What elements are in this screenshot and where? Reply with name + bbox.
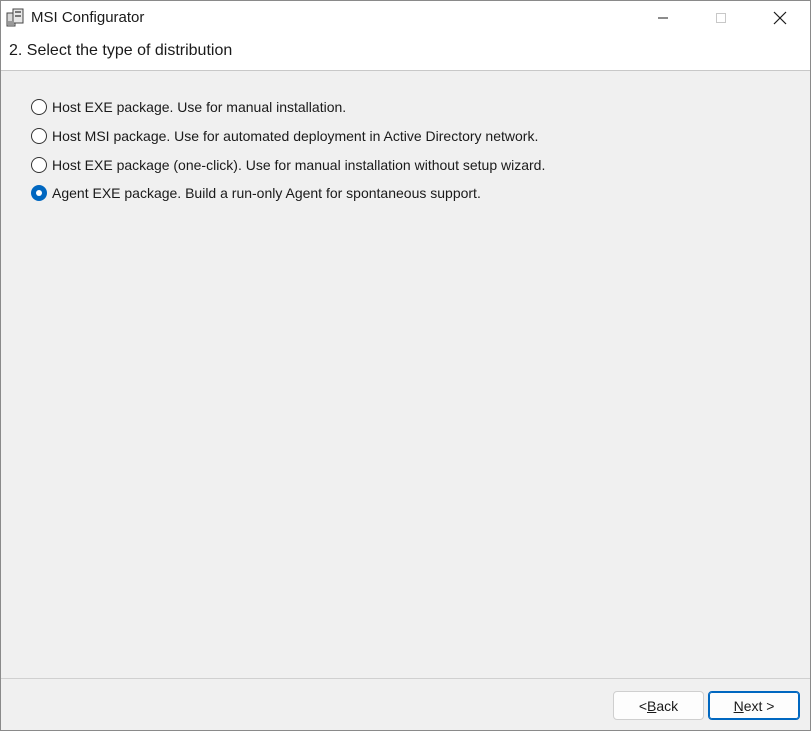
back-prefix: < [638, 697, 648, 714]
next-accelerator: N [733, 697, 744, 714]
option-host-exe[interactable]: Host EXE package. Use for manual install… [31, 93, 545, 122]
option-label[interactable]: Host EXE package (one-click). Use for ma… [52, 157, 545, 173]
step-title: 2. Select the type of distribution [9, 42, 233, 59]
app-icon [6, 8, 24, 27]
option-label[interactable]: Host MSI package. Use for automated depl… [52, 128, 538, 144]
option-agent-exe[interactable]: Agent EXE package. Build a run-only Agen… [31, 179, 545, 208]
window-title: MSI Configurator [31, 9, 145, 26]
option-label[interactable]: Agent EXE package. Build a run-only Agen… [52, 185, 481, 201]
maximize-icon [716, 12, 726, 23]
next-label-rest: ext > [743, 697, 775, 714]
option-host-msi[interactable]: Host MSI package. Use for automated depl… [31, 122, 545, 151]
back-button[interactable]: < Back [613, 691, 704, 720]
radio-button[interactable] [31, 156, 47, 173]
close-icon [773, 11, 787, 24]
wizard-header: 2. Select the type of distribution [1, 34, 810, 71]
distribution-type-radio-group: Host EXE package. Use for manual install… [31, 93, 545, 208]
option-host-exe-one-click[interactable]: Host EXE package (one-click). Use for ma… [31, 150, 545, 179]
footer-divider [1, 678, 810, 679]
back-label-rest: ack [656, 697, 679, 714]
maximize-button[interactable] [692, 1, 750, 34]
close-button[interactable] [751, 1, 809, 34]
option-label[interactable]: Host EXE package. Use for manual install… [52, 99, 346, 115]
minimize-button[interactable] [634, 1, 692, 34]
next-button[interactable]: Next > [708, 691, 800, 720]
radio-button-selected[interactable] [31, 185, 47, 202]
radio-button[interactable] [31, 99, 47, 116]
radio-button[interactable] [31, 128, 47, 145]
msi-configurator-window: MSI Configurator 2. Select the type of d… [0, 0, 811, 731]
minimize-icon [658, 17, 668, 18]
back-accelerator: B [647, 697, 657, 714]
title-bar[interactable]: MSI Configurator [1, 1, 810, 34]
